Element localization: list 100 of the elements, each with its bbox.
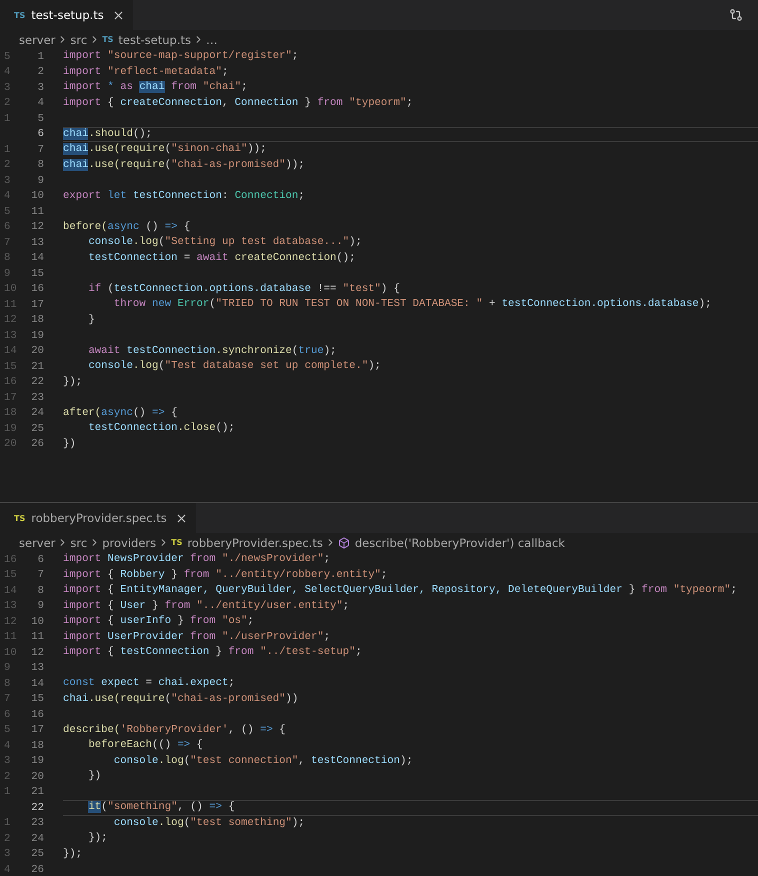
line-number: 13 xyxy=(30,236,44,249)
relative-line-number: 4 xyxy=(3,66,12,78)
line-number: 10 xyxy=(30,616,44,628)
relative-line-number: 14 xyxy=(3,345,18,358)
line-number: 17 xyxy=(30,298,44,311)
code-line: chai.use(require("sinon-chai")); xyxy=(63,142,268,157)
line-number: 14 xyxy=(30,252,44,264)
relative-line-number: 7 xyxy=(3,693,12,706)
relative-line-number: 13 xyxy=(3,330,18,342)
code-line: testConnection.close(); xyxy=(87,421,236,436)
breadcrumb-item[interactable]: test-setup.ts xyxy=(118,32,191,46)
cube-icon xyxy=(338,536,350,548)
line-number: 23 xyxy=(30,817,44,830)
code-line: chai.use(require("chai-as-promised")) xyxy=(63,692,300,706)
code-line: export let testConnection: Connection; xyxy=(63,188,306,204)
code-line: beforeEach(() => { xyxy=(87,738,204,753)
relative-line-number: 7 xyxy=(3,236,12,249)
tab-label: test-setup.ts xyxy=(31,8,104,22)
relative-line-number: 5 xyxy=(3,724,12,736)
line-number: 20 xyxy=(30,345,44,358)
relative-line-number: 3 xyxy=(3,82,12,94)
breadcrumb-item[interactable]: describe('RobberyProvider') callback xyxy=(354,536,565,550)
relative-line-number: 19 xyxy=(3,422,18,435)
code-line: console.log("test connection", testConnection); xyxy=(112,754,414,768)
line-number: 8 xyxy=(36,159,44,172)
line-number: 26 xyxy=(30,864,44,876)
code-line: import "reflect-metadata"; xyxy=(63,64,230,80)
code-line: import { createConnection, Connection } from "typeorm"; xyxy=(63,96,414,110)
relative-line-number: 3 xyxy=(3,755,12,768)
code-line: await testConnection.synchronize(true); xyxy=(87,344,338,358)
line-number: 18 xyxy=(30,740,44,752)
code-line: describe('RobberyProvider', () => { xyxy=(63,722,287,738)
relative-line-number: 6 xyxy=(3,708,12,721)
relative-line-number: 8 xyxy=(3,252,12,264)
tab-label: robberyProvider.spec.ts xyxy=(31,511,167,525)
editor-tab[interactable]: TS robberyProvider.spec.ts xyxy=(0,503,196,533)
relative-line-number: 17 xyxy=(3,392,18,404)
code-line: }) xyxy=(63,436,77,452)
breadcrumb-item[interactable]: … xyxy=(206,32,218,46)
line-number: 22 xyxy=(30,802,44,814)
relative-line-number: 4 xyxy=(3,864,12,876)
line-number: 24 xyxy=(30,832,44,845)
relative-line-number: 2 xyxy=(3,159,12,172)
relative-line-number: 2 xyxy=(3,770,12,783)
typescript-icon: TS xyxy=(102,35,114,44)
editor-tab[interactable]: TS test-setup.ts xyxy=(0,0,133,30)
code-line: import { Robbery } from "../entity/robbery.entity"; xyxy=(63,568,388,582)
code-line: }); xyxy=(63,374,84,390)
code-line: }) xyxy=(87,769,102,784)
relative-line-number: 8 xyxy=(3,678,12,690)
code-line: import { userInfo } from "os"; xyxy=(63,614,255,629)
relative-line-number: 1 xyxy=(3,144,12,156)
breadcrumb-item[interactable]: server xyxy=(19,536,56,550)
line-number: 8 xyxy=(36,584,44,597)
line-number: 6 xyxy=(36,554,44,566)
line-number: 22 xyxy=(30,376,44,388)
code-line: console.log("Setting up test database..."); xyxy=(87,235,363,250)
close-icon[interactable] xyxy=(112,8,125,22)
breadcrumb-item[interactable]: src xyxy=(70,32,88,46)
relative-line-number: 5 xyxy=(3,50,12,63)
line-number: 20 xyxy=(30,770,44,783)
line-number: 6 xyxy=(36,128,44,140)
relative-line-number: 15 xyxy=(3,569,18,582)
line-number: 11 xyxy=(30,631,44,644)
line-number: 21 xyxy=(30,360,44,373)
line-number: 24 xyxy=(30,407,44,420)
breadcrumb-item[interactable]: robberyProvider.spec.ts xyxy=(187,536,323,550)
breadcrumb-item[interactable]: server xyxy=(19,32,56,46)
breadcrumb-item[interactable]: providers xyxy=(102,536,156,550)
code-line: chai.use(require("chai-as-promised")); xyxy=(63,158,306,172)
line-number: 7 xyxy=(36,569,44,582)
relative-line-number: 2 xyxy=(3,832,12,845)
line-number: 9 xyxy=(36,174,44,187)
code-line: import { EntityManager, QueryBuilder, SelectQueryBuilder, Repository, DeleteQueryBuilder } from "typeorm"; xyxy=(63,583,738,598)
line-number: 5 xyxy=(36,112,44,125)
relative-line-number: 6 xyxy=(3,221,12,234)
relative-line-number: 2 xyxy=(3,97,12,110)
code-line: if (testConnection.options.database !== "test") { xyxy=(87,282,401,296)
relative-line-number: 18 xyxy=(3,407,18,420)
code-line: it("something", () => { xyxy=(63,800,758,816)
line-number: 15 xyxy=(30,693,44,706)
close-icon[interactable] xyxy=(174,512,188,524)
relative-line-number: 1 xyxy=(3,817,12,830)
compare-icon[interactable] xyxy=(729,8,743,22)
relative-line-number: 11 xyxy=(3,631,18,644)
relative-line-number: 10 xyxy=(3,283,18,296)
line-number: 11 xyxy=(30,206,44,218)
typescript-icon: TS xyxy=(14,10,26,20)
code-line: import NewsProvider from "./newsProvider"; xyxy=(63,552,332,567)
code-line: after(async() => { xyxy=(63,406,178,420)
line-number: 25 xyxy=(30,848,44,860)
code-line: throw new Error("TRIED TO RUN TEST ON NON-TEST DATABASE: " + testConnection.options.database); xyxy=(112,297,712,312)
relative-line-number: 1 xyxy=(3,786,12,798)
breadcrumb-item[interactable]: src xyxy=(70,536,88,550)
line-number: 18 xyxy=(30,314,44,326)
typescript-icon: TS xyxy=(14,514,26,522)
line-number: 25 xyxy=(30,422,44,435)
code-line: import "source-map-support/register"; xyxy=(63,49,300,64)
relative-line-number: 13 xyxy=(3,600,18,612)
line-number: 19 xyxy=(30,330,44,342)
